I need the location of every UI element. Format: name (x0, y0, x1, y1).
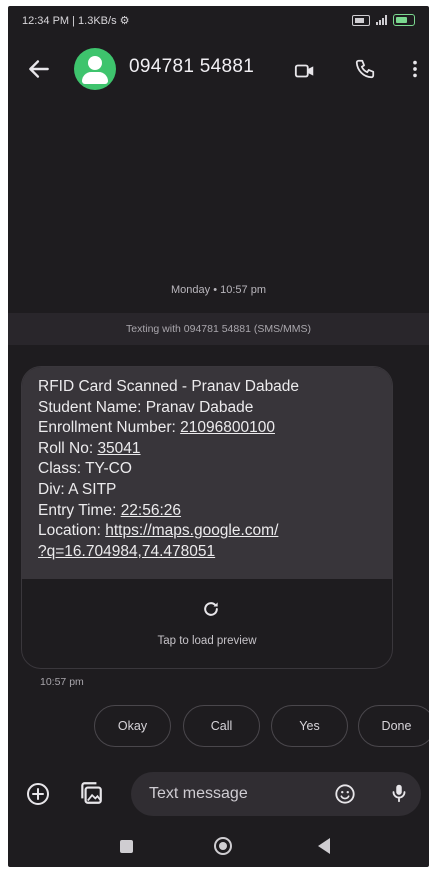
contact-avatar[interactable] (74, 48, 116, 90)
emoji-icon[interactable] (334, 783, 356, 805)
message-line: Student Name: Pranav Dabade (38, 398, 254, 416)
home-icon[interactable] (214, 837, 232, 855)
system-nav-bar (8, 828, 429, 866)
text-message-input[interactable] (131, 772, 421, 816)
message-line: Class: TY-CO (38, 460, 132, 478)
message-line: ?q=16.704984,74.478051 (38, 542, 376, 563)
hd-icon (352, 14, 370, 26)
reply-chip-yes[interactable]: Yes (271, 705, 348, 747)
date-separator: Monday • 10:57 pm (171, 284, 266, 296)
texting-info-banner: Texting with 094781 54881 (SMS/MMS) (8, 313, 429, 345)
phone-screen: 12:34 PM | 1.3KB/s ⚙ 094781 54881 Monday… (8, 6, 429, 867)
message-bubble[interactable]: RFID Card Scanned - Pranav Dabade Studen… (21, 366, 393, 669)
message-line: Div: A SITP (38, 480, 117, 498)
smart-replies: Okay Call Yes Done (8, 705, 429, 749)
status-icons (352, 14, 415, 26)
location-link[interactable]: https://maps.google.com/ (105, 522, 278, 539)
composer-bar (8, 766, 429, 820)
more-vertical-icon[interactable] (404, 58, 426, 80)
message-line: Enrollment Number: 21096800100 (38, 419, 275, 437)
load-preview-text[interactable]: Tap to load preview (22, 635, 392, 647)
status-bar: 12:34 PM | 1.3KB/s ⚙ (8, 6, 429, 34)
contact-number[interactable]: 094781 54881 (129, 56, 254, 78)
message-line: Location: https://maps.google.com/ (38, 522, 279, 540)
app-bar: 094781 54881 (8, 42, 429, 96)
phone-call-icon[interactable] (354, 58, 376, 80)
person-icon (88, 56, 102, 70)
entry-time-link[interactable]: 22:56:26 (121, 502, 181, 519)
message-text-area: RFID Card Scanned - Pranav Dabade Studen… (22, 367, 392, 579)
roll-number-link[interactable]: 35041 (97, 440, 140, 457)
reply-chip-okay[interactable]: Okay (94, 705, 171, 747)
location-link-continued[interactable]: ?q=16.704984,74.478051 (38, 543, 215, 560)
nav-back-icon[interactable] (318, 838, 330, 854)
enrollment-number-link[interactable]: 21096800100 (180, 419, 275, 436)
message-timestamp: 10:57 pm (40, 676, 84, 688)
add-attachment-icon[interactable] (26, 782, 50, 806)
reply-chip-call[interactable]: Call (183, 705, 260, 747)
signal-icon (376, 15, 387, 25)
reload-icon[interactable] (201, 599, 221, 619)
video-call-icon[interactable] (294, 60, 316, 82)
recents-icon[interactable] (120, 840, 133, 853)
reply-chip-done[interactable]: Done (358, 705, 429, 747)
message-line: RFID Card Scanned - Pranav Dabade (38, 378, 300, 395)
texting-info-text: Texting with 094781 54881 (SMS/MMS) (125, 323, 311, 335)
gallery-icon[interactable] (78, 780, 104, 806)
back-arrow-icon[interactable] (26, 56, 52, 82)
microphone-icon[interactable] (388, 781, 410, 805)
message-line: Entry Time: 22:56:26 (38, 501, 182, 519)
status-time: 12:34 PM | 1.3KB/s ⚙ (22, 14, 130, 27)
message-line: Roll No: 35041 (38, 439, 141, 457)
battery-icon (393, 14, 415, 26)
